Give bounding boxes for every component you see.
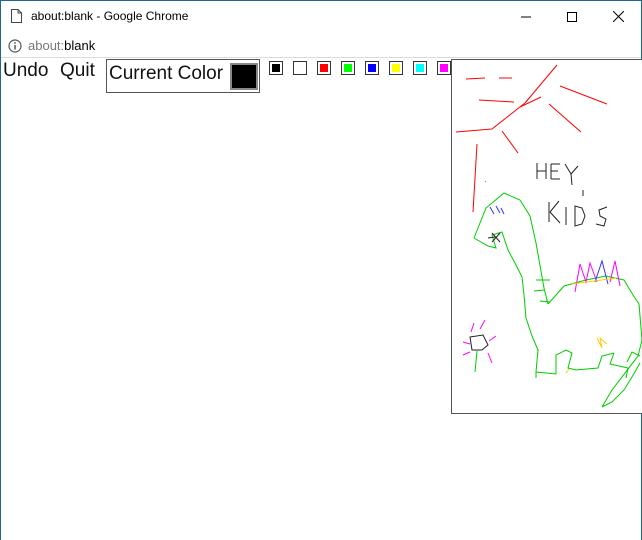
current-color-swatch (230, 63, 258, 90)
palette-swatch-yellow[interactable] (389, 61, 403, 75)
spikes-yellow (565, 277, 617, 374)
title-bar: about:blank - Google Chrome (1, 1, 641, 32)
browser-window: about:blank - Google Chrome about:blank … (0, 0, 642, 540)
palette-swatch-fill (296, 64, 304, 72)
palette-swatch-fill (368, 64, 376, 72)
palette-swatch-fill (344, 64, 352, 72)
palette-swatch-fill (272, 64, 280, 72)
current-color-label: Current Color (109, 63, 224, 84)
url-text[interactable]: about:blank (28, 38, 95, 53)
undo-button[interactable]: Undo (3, 60, 48, 82)
palette-swatch-fill (440, 64, 448, 72)
page-content: Undo Quit Current Color (1, 59, 642, 540)
maximize-icon (567, 11, 577, 22)
spikes-magenta (574, 260, 621, 293)
palette-swatch-white[interactable] (293, 61, 307, 75)
close-button[interactable] (595, 1, 641, 32)
hey-kids-drawing (536, 163, 608, 227)
quit-button[interactable]: Quit (60, 60, 95, 82)
close-icon (612, 11, 624, 22)
palette-swatch-blue[interactable] (365, 61, 379, 75)
palette-swatch-fill (416, 64, 424, 72)
sun-drawing (455, 64, 608, 213)
current-color-display: Current Color (106, 59, 260, 93)
flower-petals (462, 319, 497, 364)
dinosaur-drawing (473, 192, 642, 408)
palette-swatch-magenta[interactable] (437, 61, 451, 75)
window-title: about:blank - Google Chrome (31, 9, 189, 23)
stray-dot (484, 180, 487, 183)
address-bar[interactable]: about:blank (1, 34, 641, 58)
maximize-button[interactable] (549, 1, 595, 32)
palette-swatch-fill (320, 64, 328, 72)
flower-center (469, 334, 489, 351)
drawing-canvas[interactable] (451, 59, 642, 414)
minimize-button[interactable] (503, 1, 549, 32)
url-path: blank (64, 38, 96, 53)
drawing-svg (455, 64, 642, 408)
palette-swatch-green[interactable] (341, 61, 355, 75)
palette-swatch-fill (392, 64, 400, 72)
info-icon[interactable] (8, 39, 22, 53)
url-scheme: about: (28, 38, 65, 53)
dino-eye-drawing (489, 205, 505, 215)
palette-swatch-black[interactable] (269, 61, 283, 75)
palette-swatch-red[interactable] (317, 61, 331, 75)
palette-swatch-cyan[interactable] (413, 61, 427, 75)
flower-stem (474, 350, 478, 373)
page-icon (11, 9, 22, 23)
minimize-icon (521, 12, 531, 22)
